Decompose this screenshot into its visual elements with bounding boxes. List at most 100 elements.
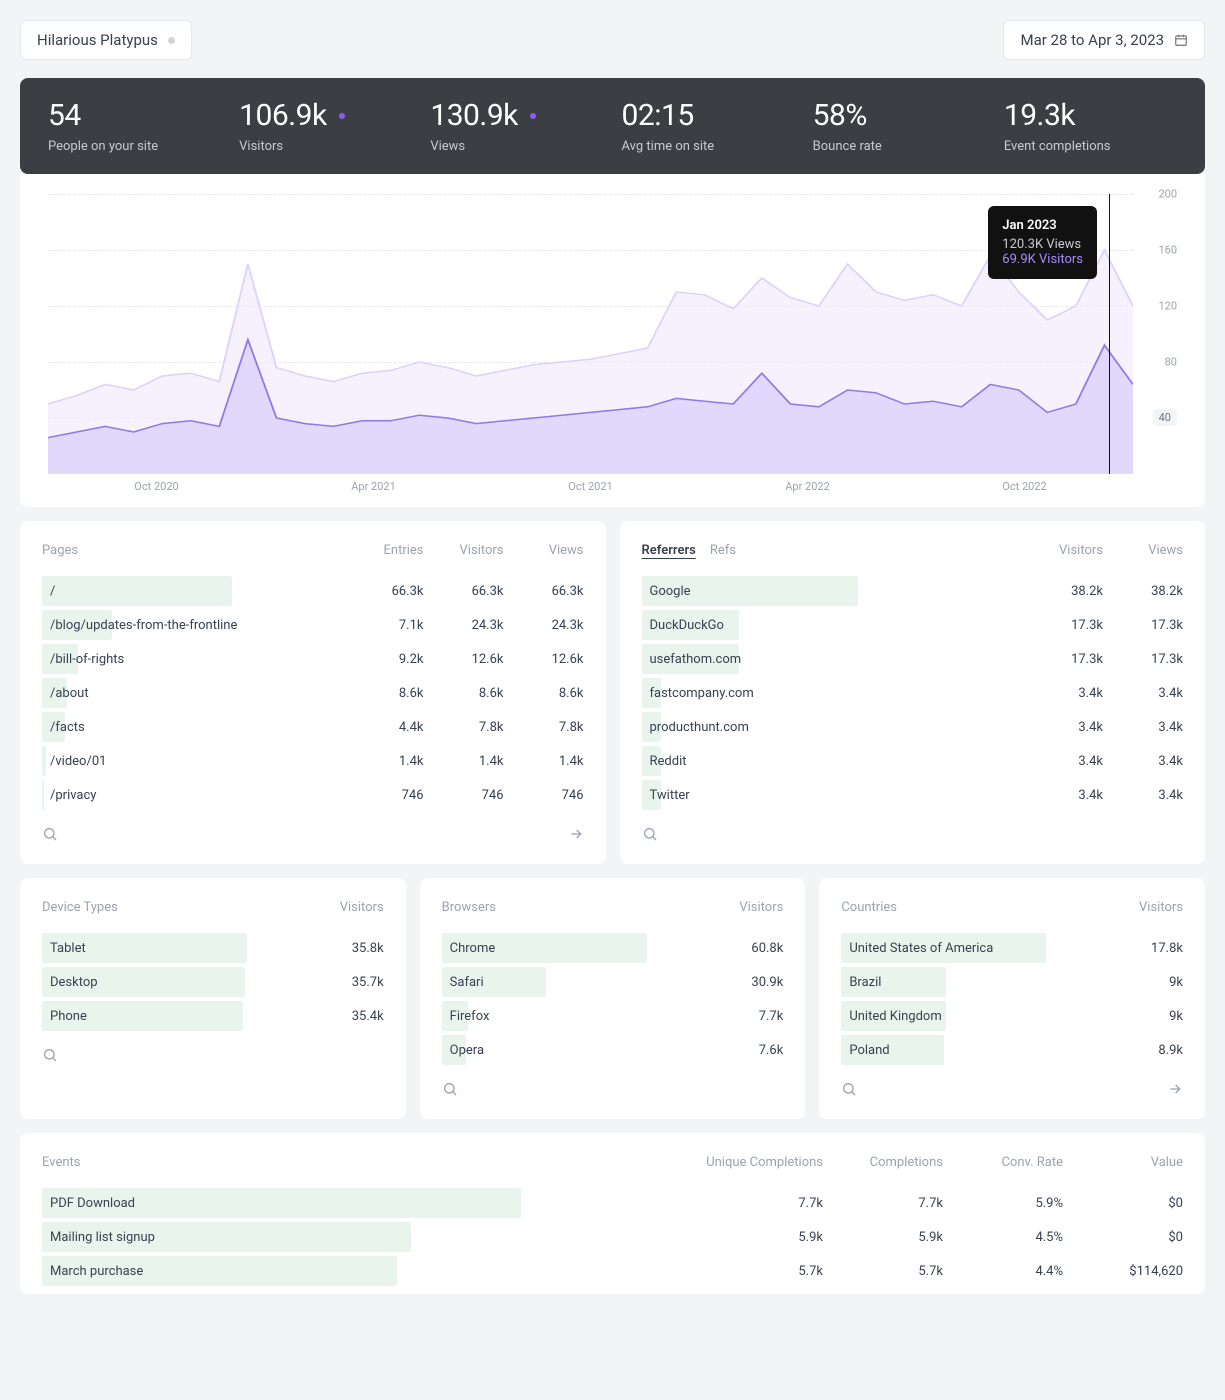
search-icon[interactable] <box>841 1081 857 1097</box>
row-label: fastcompany.com <box>642 686 1024 701</box>
table-row[interactable]: Mailing list signup5.9k5.9k4.5%$0 <box>42 1220 1183 1254</box>
cell-value: 17.3k <box>1023 618 1103 633</box>
cell-value: 24.3k <box>504 618 584 633</box>
row-label: Mailing list signup <box>42 1230 703 1245</box>
table-row[interactable]: usefathom.com17.3k17.3k <box>642 642 1184 676</box>
row-label: PDF Download <box>42 1196 703 1211</box>
x-tick: Oct 2022 <box>916 480 1133 493</box>
table-row[interactable]: Firefox7.7k <box>442 999 784 1033</box>
row-label: Brazil <box>841 975 1103 990</box>
metrics-bar: 54People on your site 106.9kVisitors 130.9… <box>20 78 1205 174</box>
table-row[interactable]: Desktop35.7k <box>42 965 384 999</box>
row-label: Firefox <box>442 1009 704 1024</box>
series-dot-icon <box>530 113 536 119</box>
table-row[interactable]: Opera7.6k <box>442 1033 784 1067</box>
row-label: Google <box>642 584 1024 599</box>
table-row[interactable]: Poland8.9k <box>841 1033 1183 1067</box>
expand-icon[interactable] <box>1167 1081 1183 1097</box>
row-label: Safari <box>442 975 704 990</box>
metric[interactable]: 106.9kVisitors <box>239 98 412 154</box>
cell-value: 35.8k <box>304 941 384 956</box>
cell-value: 38.2k <box>1023 584 1103 599</box>
cell-value: 5.7k <box>703 1264 823 1279</box>
traffic-chart[interactable] <box>48 194 1133 474</box>
site-selector[interactable]: Hilarious Platypus <box>20 20 192 60</box>
cell-value: 746 <box>344 788 424 803</box>
table-row[interactable]: /66.3k66.3k66.3k <box>42 574 584 608</box>
table-row[interactable]: United States of America17.8k <box>841 931 1183 965</box>
metric[interactable]: 58% Bounce rate <box>813 98 986 154</box>
row-label: DuckDuckGo <box>642 618 1024 633</box>
tab-referrers[interactable]: Referrers <box>642 543 696 558</box>
table-row[interactable]: /bill-of-rights9.2k12.6k12.6k <box>42 642 584 676</box>
metric-value: 02:15 <box>622 98 694 133</box>
cell-value: 1.4k <box>344 754 424 769</box>
cell-value: 7.6k <box>703 1043 783 1058</box>
row-label: /bill-of-rights <box>42 652 344 667</box>
table-row[interactable]: Tablet35.8k <box>42 931 384 965</box>
metric[interactable]: 130.9kViews <box>430 98 603 154</box>
table-row[interactable]: Google38.2k38.2k <box>642 574 1184 608</box>
y-tick-badge: 40 <box>1153 409 1177 426</box>
cell-value: 17.8k <box>1103 941 1183 956</box>
table-row[interactable]: /privacy746746746 <box>42 778 584 812</box>
row-label: producthunt.com <box>642 720 1024 735</box>
cell-value: $0 <box>1063 1230 1183 1245</box>
devices-card: Device TypesVisitors Tablet35.8kDesktop3… <box>20 878 406 1119</box>
cell-value: 3.4k <box>1023 720 1103 735</box>
search-icon[interactable] <box>42 826 58 842</box>
cell-value: 3.4k <box>1023 788 1103 803</box>
table-row[interactable]: Reddit3.4k3.4k <box>642 744 1184 778</box>
table-row[interactable]: producthunt.com3.4k3.4k <box>642 710 1184 744</box>
metric[interactable]: 19.3kEvent completions <box>1004 98 1177 154</box>
metric-label: Bounce rate <box>813 139 986 154</box>
cell-value: 1.4k <box>504 754 584 769</box>
date-range-picker[interactable]: Mar 28 to Apr 3, 2023 <box>1003 20 1205 60</box>
table-row[interactable]: March purchase5.7k5.7k4.4%$114,620 <box>42 1254 1183 1288</box>
search-icon[interactable] <box>442 1081 458 1097</box>
row-label: Desktop <box>42 975 304 990</box>
cell-value: 8.6k <box>344 686 424 701</box>
metric-value: 58% <box>813 98 867 133</box>
row-label: United States of America <box>841 941 1103 956</box>
date-range-label: Mar 28 to Apr 3, 2023 <box>1020 31 1164 49</box>
table-row[interactable]: PDF Download7.7k7.7k5.9%$0 <box>42 1186 1183 1220</box>
cell-value: 17.3k <box>1103 652 1183 667</box>
cell-value: 5.7k <box>823 1264 943 1279</box>
table-row[interactable]: /about8.6k8.6k8.6k <box>42 676 584 710</box>
cell-value: 7.8k <box>504 720 584 735</box>
table-row[interactable]: DuckDuckGo17.3k17.3k <box>642 608 1184 642</box>
chart-tooltip: Jan 2023 120.3K Views 69.9K Visitors <box>988 206 1097 279</box>
row-label: Twitter <box>642 788 1024 803</box>
row-label: Reddit <box>642 754 1024 769</box>
cell-value: 3.4k <box>1103 754 1183 769</box>
table-row[interactable]: /facts4.4k7.8k7.8k <box>42 710 584 744</box>
metric-value: 130.9k <box>430 98 518 133</box>
table-row[interactable]: /video/011.4k1.4k1.4k <box>42 744 584 778</box>
search-icon[interactable] <box>42 1047 58 1063</box>
cell-value: 35.7k <box>304 975 384 990</box>
metric-value: 19.3k <box>1004 98 1075 133</box>
expand-icon[interactable] <box>568 826 584 842</box>
cell-value: 3.4k <box>1103 686 1183 701</box>
cell-value: 5.9% <box>943 1196 1063 1211</box>
tab-refs[interactable]: Refs <box>710 543 736 558</box>
table-row[interactable]: Brazil9k <box>841 965 1183 999</box>
table-row[interactable]: Phone35.4k <box>42 999 384 1033</box>
cell-value: 7.7k <box>823 1196 943 1211</box>
search-icon[interactable] <box>642 826 658 842</box>
cell-value: 3.4k <box>1023 754 1103 769</box>
table-row[interactable]: United Kingdom9k <box>841 999 1183 1033</box>
cell-value: 5.9k <box>823 1230 943 1245</box>
table-row[interactable]: fastcompany.com3.4k3.4k <box>642 676 1184 710</box>
metric[interactable]: 54People on your site <box>48 98 221 154</box>
cell-value: 746 <box>504 788 584 803</box>
row-label: Tablet <box>42 941 304 956</box>
table-row[interactable]: Chrome60.8k <box>442 931 784 965</box>
cell-value: 7.7k <box>703 1196 823 1211</box>
table-row[interactable]: /blog/updates-from-the-frontline7.1k24.3… <box>42 608 584 642</box>
table-row[interactable]: Twitter3.4k3.4k <box>642 778 1184 812</box>
metric[interactable]: 02:15Avg time on site <box>622 98 795 154</box>
cell-value: 35.4k <box>304 1009 384 1024</box>
table-row[interactable]: Safari30.9k <box>442 965 784 999</box>
